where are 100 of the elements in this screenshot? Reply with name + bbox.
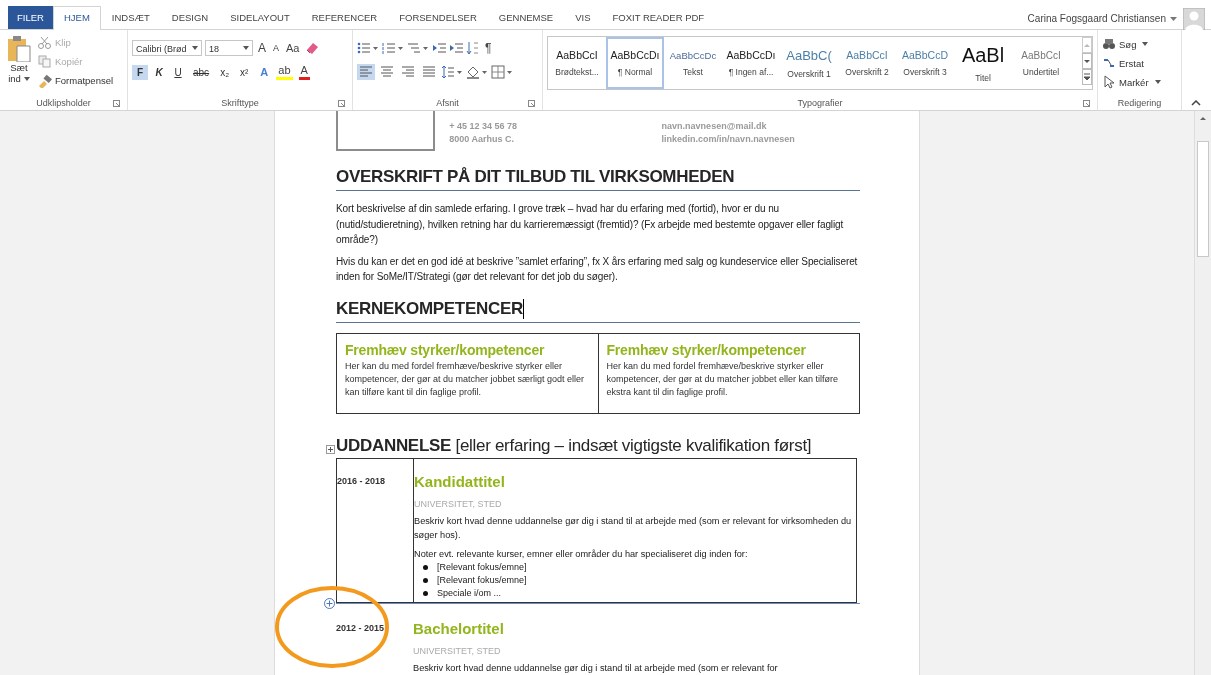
ribbon-tab[interactable]: REFERENCER: [300, 6, 389, 29]
decrease-indent-icon[interactable]: [432, 41, 446, 55]
paste-button[interactable]: Sæt ind: [4, 34, 34, 96]
dialog-launcher-icon[interactable]: [1083, 100, 1091, 108]
scissors-icon: [38, 35, 52, 50]
style-option[interactable]: AaBbCcI Undertitel: [1012, 37, 1070, 89]
replace-button[interactable]: Erstat: [1102, 55, 1161, 71]
sort-icon[interactable]: [466, 41, 480, 55]
scroll-thumb[interactable]: [1197, 141, 1209, 257]
style-option[interactable]: AaBbCcI Brødtekst...: [548, 37, 606, 89]
select-button[interactable]: Markér: [1102, 74, 1161, 90]
scrollbar[interactable]: [1194, 111, 1211, 675]
caret-icon: [192, 46, 198, 50]
italic-button[interactable]: K: [151, 64, 167, 80]
shading-icon[interactable]: [466, 65, 488, 79]
eraser-icon[interactable]: [304, 41, 319, 55]
years-text: 2016 - 2018: [337, 475, 386, 486]
font-size-field[interactable]: 18: [205, 40, 253, 56]
degree-title: Kandidattitel: [414, 472, 506, 490]
user-name[interactable]: Carina Fogsgaard Christiansen: [1027, 13, 1166, 24]
text-effects-button[interactable]: A: [258, 65, 271, 79]
cell-heading: Fremhæv styrker/kompetencer: [606, 341, 807, 358]
change-case-button[interactable]: Aa: [284, 42, 302, 54]
cell-text: Her kan du med fordel fremhæve/beskrive styrker eller kompetencer, der gør at du matcher jobbet eller kan tilføre ekstra kant til din faglige profil.: [606, 359, 840, 399]
strike-button[interactable]: abc: [189, 64, 214, 80]
group-label: Afsnit: [436, 98, 459, 108]
paragraph-text: Beskriv kort hvad denne uddannelse gør dig i stand til at arbejde med (som er relevant for: [413, 661, 779, 675]
ribbon-tab[interactable]: DESIGN: [160, 6, 220, 29]
style-option[interactable]: AaBbCcDc Tekst: [664, 37, 722, 89]
painter-button[interactable]: Formatpensel: [38, 72, 114, 89]
move-handle-icon[interactable]: [326, 444, 335, 454]
increase-indent-icon[interactable]: [449, 41, 463, 55]
underline-button[interactable]: U: [170, 64, 186, 80]
font-name-field[interactable]: Calibri (Brød: [132, 40, 202, 56]
sup-button[interactable]: x²: [236, 64, 253, 80]
avatar-icon[interactable]: [1183, 7, 1205, 30]
ribbon-tab[interactable]: FORSENDELSER: [388, 6, 488, 29]
group-label: Typografier: [797, 98, 843, 108]
contact-text: linkedin.com/in/navn.navnesen: [661, 134, 796, 144]
pointer-icon: [1102, 75, 1116, 89]
scroll-down-icon[interactable]: [1082, 53, 1092, 69]
bold-button[interactable]: F: [132, 64, 148, 80]
section-heading: KERNEKOMPETENCER: [336, 298, 523, 319]
ribbon-tab[interactable]: GENNEMSE: [487, 6, 565, 29]
binoculars-icon: [1102, 37, 1116, 51]
highlight-button[interactable]: ab: [276, 64, 293, 80]
caret-icon[interactable]: [1170, 16, 1177, 21]
add-row-icon[interactable]: [324, 597, 335, 609]
ribbon-tab[interactable]: FOXIT READER PDF: [601, 6, 716, 29]
contact-text: 8000 Aarhus C.: [449, 134, 515, 144]
group-label: Skrifttype: [221, 98, 259, 108]
multilevel-list-icon[interactable]: [407, 41, 429, 55]
style-option[interactable]: AaBbCcDı ¶ Normal: [606, 37, 664, 89]
style-option[interactable]: AaBl Titel: [954, 37, 1012, 89]
file-tab[interactable]: FILER: [8, 6, 53, 29]
align-left-icon[interactable]: [357, 64, 375, 80]
degree-title: Bachelortitel: [413, 619, 505, 637]
brush-icon: [38, 73, 52, 88]
font-color-button[interactable]: A: [298, 64, 310, 80]
paragraph-text: Beskriv kort hvad denne uddannelse gør dig i stand til at arbejde med (som er relevant for virksomheden du søger hos).: [414, 514, 853, 542]
list-item-text: [Relevant fokus/emne]: [437, 573, 527, 587]
line-spacing-icon[interactable]: [441, 65, 463, 79]
caret-icon: [1154, 80, 1161, 84]
borders-icon[interactable]: [491, 65, 513, 79]
contact-text: + 45 12 34 56 78: [449, 121, 519, 131]
copy-icon: [38, 54, 52, 69]
institution-text: UNIVERSITET, STED: [414, 498, 503, 509]
dialog-launcher-icon[interactable]: [528, 100, 536, 108]
collapse-ribbon-icon[interactable]: [1191, 100, 1201, 106]
ribbon-tab[interactable]: HJEM: [52, 6, 101, 30]
align-right-icon[interactable]: [399, 64, 417, 80]
style-option[interactable]: AaBbCcI Overskrift 2: [838, 37, 896, 89]
align-center-icon[interactable]: [378, 64, 396, 80]
dialog-launcher-icon[interactable]: [113, 100, 121, 108]
sub-button[interactable]: x₂: [216, 64, 233, 80]
cell-heading: Fremhæv styrker/kompetencer: [345, 341, 546, 358]
section-heading: UDDANNELSE [eller erfaring – indsæt vigtigste kvalifikation først]: [336, 435, 812, 456]
section-heading: OVERSKRIFT PÅ DIT TILBUD TIL VIRKSOMHEDEN: [336, 167, 735, 187]
find-button[interactable]: Søg: [1102, 36, 1161, 52]
grow-font-button[interactable]: A: [256, 41, 268, 55]
style-option[interactable]: AaBbC( Overskrift 1: [780, 37, 838, 89]
dialog-launcher-icon[interactable]: [338, 100, 346, 108]
show-marks-button[interactable]: ¶: [483, 41, 494, 55]
list-item-text: [Relevant fokus/emne]: [437, 560, 527, 574]
ribbon-tab[interactable]: INDSÆT: [100, 6, 161, 29]
more-icon[interactable]: [1082, 69, 1092, 85]
paragraph-text: Kort beskrivelse af din samlede erfaring. I grove træk – hvad har du erfaring med (fortid), hvor er du nu (nutid/studieretning), hvilken retning har du karrieremæssigt (fremtid)? (Fx arbejde med bestemte opgaver eller fagligt område?): [336, 202, 845, 247]
numbered-list-icon[interactable]: [382, 41, 404, 55]
style-option[interactable]: AaBbCcD Overskrift 3: [896, 37, 954, 89]
caret-icon: [23, 77, 30, 82]
style-option[interactable]: AaBbCcDı ¶ Ingen af...: [722, 37, 780, 89]
list-item-text: Speciale i/om ...: [437, 586, 502, 600]
bullet-list-icon[interactable]: [357, 41, 379, 55]
ribbon-tab[interactable]: VIS: [564, 6, 602, 29]
paragraph-text: Hvis du kan er det en god idé at beskrive ”samlet erfaring”, fx X års erfaring med salg og kundeservice eller Specialiseret inden for SoMe/IT/Strategi (gør det relevant for det job du søger).: [336, 254, 859, 284]
align-justify-icon[interactable]: [420, 64, 438, 80]
shrink-font-button[interactable]: A: [271, 43, 282, 53]
ribbon-tab[interactable]: SIDELAYOUT: [219, 6, 301, 29]
bullet-icon: [423, 590, 428, 596]
group-label: Udklipsholder: [36, 98, 91, 108]
